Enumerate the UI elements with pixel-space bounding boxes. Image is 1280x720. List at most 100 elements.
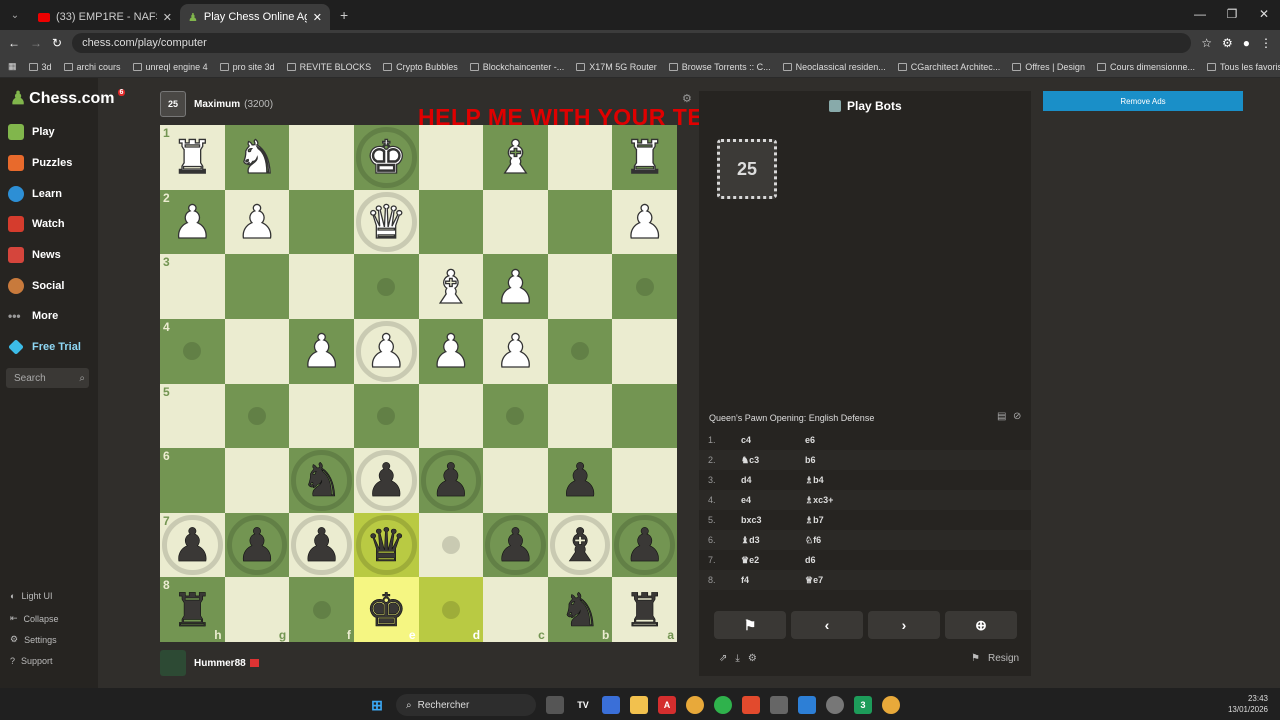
- system-clock[interactable]: 23:43 13/01/2026: [1228, 693, 1268, 715]
- black-rook-piece[interactable]: ♜: [171, 586, 213, 633]
- white-king-piece[interactable]: ♚: [365, 134, 408, 181]
- board-square[interactable]: [547, 318, 613, 384]
- move-hint-dot[interactable]: [571, 342, 590, 361]
- board-square[interactable]: ♟ 7: [160, 512, 225, 578]
- move-san[interactable]: d4: [739, 475, 805, 485]
- search-input[interactable]: Search ⌕: [6, 368, 89, 388]
- move-hint-dot[interactable]: [441, 600, 460, 619]
- next-move-button[interactable]: ›: [868, 611, 940, 639]
- chesscom-logo[interactable]: ♟ Chess.com 6: [10, 88, 126, 109]
- board-square[interactable]: ♜: [612, 125, 677, 190]
- board-square[interactable]: [353, 254, 419, 319]
- bookmark-item[interactable]: X17M 5G Router: [576, 62, 657, 72]
- board-square[interactable]: c: [483, 577, 548, 642]
- move-hint-dot[interactable]: [377, 277, 396, 296]
- board-square[interactable]: ♟: [483, 254, 548, 319]
- tab-chess[interactable]: ♟ Play Chess Online Against ✕: [180, 4, 330, 30]
- whatsapp-icon[interactable]: [714, 696, 732, 714]
- board-square[interactable]: ♟: [612, 189, 677, 255]
- sidebar-item-free-trial[interactable]: Free Trial: [8, 339, 94, 355]
- windows-start-icon[interactable]: ⊞: [368, 696, 386, 714]
- white-pawn-piece[interactable]: ♟: [236, 198, 279, 245]
- board-square[interactable]: [612, 254, 677, 319]
- black-pawn-piece[interactable]: ♟: [171, 522, 213, 569]
- bookmark-item[interactable]: CGarchitect Architec...: [897, 62, 1000, 72]
- info-icon[interactable]: ⊘: [1013, 411, 1021, 422]
- share-icon[interactable]: ⇗: [719, 653, 727, 664]
- board-square[interactable]: ♜ a: [612, 577, 677, 642]
- bookmark-item[interactable]: 3d: [28, 62, 52, 72]
- apps-icon[interactable]: ▦: [8, 61, 17, 72]
- board-square[interactable]: [547, 189, 613, 255]
- board-square[interactable]: [289, 189, 354, 255]
- close-window-icon[interactable]: ✕: [1248, 0, 1280, 28]
- tab-list-icon[interactable]: ⌄: [0, 10, 30, 21]
- folder-icon[interactable]: [630, 696, 648, 714]
- board-square[interactable]: ♝: [418, 254, 484, 319]
- bookmark-item[interactable]: Neoclassical residen...: [782, 62, 886, 72]
- board-square[interactable]: [418, 383, 484, 449]
- white-rook-piece[interactable]: ♜: [623, 134, 666, 181]
- sidebar-item-more[interactable]: ••• More: [8, 308, 94, 324]
- sidebar-item-play[interactable]: Play: [8, 124, 94, 140]
- board-square[interactable]: ♟ 2: [160, 189, 225, 255]
- board-square[interactable]: ♚: [353, 125, 419, 190]
- white-pawn-piece[interactable]: ♟: [623, 198, 666, 245]
- board-square[interactable]: [612, 383, 677, 449]
- board-square[interactable]: ♟: [289, 318, 354, 384]
- board-square[interactable]: [483, 383, 548, 449]
- move-san[interactable]: b6: [805, 455, 871, 465]
- white-queen-piece[interactable]: ♛: [365, 198, 408, 245]
- tradingview-icon[interactable]: TV: [574, 696, 592, 714]
- board-square[interactable]: ♞: [289, 448, 354, 513]
- black-pawn-piece[interactable]: ♟: [301, 522, 343, 569]
- black-queen-piece[interactable]: ♛: [365, 522, 407, 569]
- board-square[interactable]: [289, 254, 354, 319]
- new-tab-icon[interactable]: +: [340, 7, 348, 23]
- board-square[interactable]: [289, 125, 354, 190]
- board-square[interactable]: [547, 254, 613, 319]
- url-field[interactable]: chess.com/play/computer: [72, 33, 1192, 53]
- bookmark-item[interactable]: Crypto Bubbles: [383, 62, 458, 72]
- board-square[interactable]: [612, 448, 677, 513]
- white-pawn-piece[interactable]: ♟: [171, 198, 214, 245]
- board-square[interactable]: ♟: [224, 512, 290, 578]
- white-pawn-piece[interactable]: ♟: [430, 328, 473, 375]
- white-bishop-piece[interactable]: ♝: [494, 134, 537, 181]
- bookmark-item[interactable]: REVITE BLOCKS: [286, 62, 371, 72]
- store-icon[interactable]: [602, 696, 620, 714]
- black-pawn-piece[interactable]: ♟: [430, 457, 472, 504]
- board-square[interactable]: ♛: [353, 512, 419, 578]
- extension-icon[interactable]: ⚙: [1222, 36, 1233, 50]
- black-king-piece[interactable]: ♚: [365, 586, 407, 633]
- book-icon[interactable]: ▤: [997, 411, 1006, 422]
- settings-icon[interactable]: ⚙: [748, 653, 757, 664]
- board-square[interactable]: ♟: [612, 512, 677, 578]
- board-square[interactable]: ♟: [483, 318, 548, 384]
- board-square[interactable]: 3: [160, 254, 225, 319]
- board-square[interactable]: ♜ 8 h: [160, 577, 225, 642]
- board-square[interactable]: d: [418, 577, 484, 642]
- board-square[interactable]: [224, 448, 290, 513]
- chrome-icon[interactable]: [686, 696, 704, 714]
- move-san[interactable]: ♗b7: [805, 515, 871, 526]
- calculator-icon[interactable]: [770, 696, 788, 714]
- board-square[interactable]: ♟: [418, 318, 484, 384]
- acrobat-icon[interactable]: A: [658, 696, 676, 714]
- collapse-button[interactable]: ⇤ Collapse: [10, 613, 59, 624]
- black-knight-piece[interactable]: ♞: [559, 586, 601, 633]
- black-pawn-piece[interactable]: ♟: [624, 522, 666, 569]
- board-square[interactable]: g: [224, 577, 290, 642]
- black-pawn-piece[interactable]: ♟: [365, 457, 407, 504]
- board-square[interactable]: [353, 383, 419, 449]
- board-square[interactable]: [289, 383, 354, 449]
- bookmarks-more[interactable]: Tous les favoris: [1207, 62, 1280, 72]
- move-hint-dot[interactable]: [183, 342, 202, 361]
- black-rook-piece[interactable]: ♜: [624, 586, 666, 633]
- board-square[interactable]: ♛: [353, 189, 419, 255]
- move-hint-dot[interactable]: [441, 536, 460, 555]
- tab-youtube[interactable]: (33) EMP1RE - NAFS (Official M ✕: [30, 4, 180, 30]
- board-square[interactable]: [418, 125, 484, 190]
- bookmark-item[interactable]: Offres | Design: [1012, 62, 1085, 72]
- resign-button[interactable]: ⚑ Resign: [971, 653, 1019, 664]
